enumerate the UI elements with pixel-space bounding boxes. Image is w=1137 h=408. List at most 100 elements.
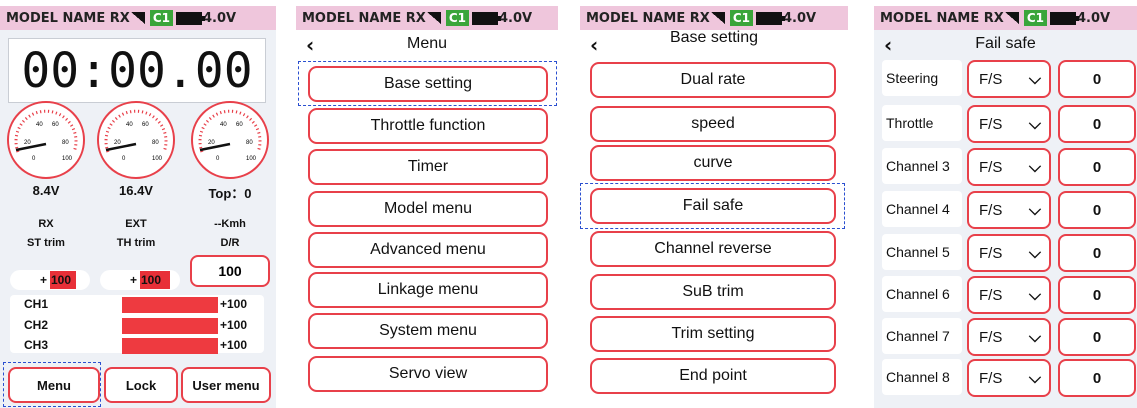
dual-rate-button[interactable]: 100 [190, 255, 270, 287]
fail-safe-mode-select[interactable]: F/S ⌵ [967, 60, 1051, 98]
signal-icon [1004, 12, 1019, 24]
channel-badge: C1 [149, 10, 173, 26]
fail-safe-value-field[interactable]: 0 [1058, 191, 1136, 229]
gauge-tick: 100 [246, 156, 257, 162]
menu-item-end-point[interactable]: End point [590, 358, 836, 394]
fail-safe-value-field[interactable]: 0 [1058, 105, 1136, 143]
fail-safe-value-field[interactable]: 0 [1058, 148, 1136, 186]
fail-safe-value-field[interactable]: 0 [1058, 359, 1136, 397]
st-trim-sign: + [40, 273, 48, 287]
gauge-tick: 80 [152, 140, 159, 146]
fail-safe-channel-name: Channel 6 [882, 276, 962, 312]
menu-item-trim-setting[interactable]: Trim setting [590, 316, 836, 352]
ext-voltage-readout: 16.4V [119, 183, 153, 198]
menu-item-base-setting[interactable]: Base setting [308, 66, 548, 102]
rx-voltage-gauge: 20 40 60 80 100 0 [7, 101, 85, 179]
fail-safe-mode-value: F/S [979, 158, 1003, 176]
channel-value: +100 [220, 318, 248, 332]
signal-icon [426, 12, 441, 24]
fail-safe-mode-value: F/S [979, 70, 1003, 88]
menu-item-model-menu[interactable]: Model menu [308, 191, 548, 227]
fail-safe-channel-name: Throttle [882, 105, 962, 141]
st-trim-label: ST trim [27, 237, 65, 249]
battery-icon [471, 11, 501, 25]
fail-safe-mode-select[interactable]: F/S ⌵ [967, 359, 1051, 397]
fail-safe-mode-value: F/S [979, 328, 1003, 346]
menu-item-dual-rate[interactable]: Dual rate [590, 62, 836, 98]
speed-gauge: 20 40 60 80 100 0 [191, 101, 269, 179]
channel-name: CH1 [24, 297, 49, 311]
gauge-tick: 40 [36, 122, 43, 128]
ext-label: EXT [125, 218, 147, 230]
gauge-tick: 40 [126, 122, 133, 128]
voltage-value: 4.0V [1076, 10, 1111, 26]
fail-safe-row-channel-8: Channel 8 F/S ⌵ 0 [882, 359, 1137, 397]
gauge-tick: 60 [236, 122, 243, 128]
rx-label: RX [405, 10, 426, 26]
channel-bar [122, 338, 218, 354]
channel-value: +100 [220, 338, 248, 352]
voltage-value: 4.0V [498, 10, 533, 26]
fail-safe-mode-select[interactable]: F/S ⌵ [967, 234, 1051, 272]
menu-item-linkage-menu[interactable]: Linkage menu [308, 272, 548, 308]
status-bar: MODEL NAME RX C1 4.0V [874, 6, 1137, 30]
page-title: Base setting [669, 29, 759, 46]
fail-safe-mode-select[interactable]: F/S ⌵ [967, 276, 1051, 314]
channel-bar [122, 297, 218, 313]
channel-name: CH3 [24, 338, 49, 352]
base-setting-screen: MODEL NAME RX C1 4.0V ‹ Base setting Dua… [580, 0, 848, 408]
fail-safe-value-field[interactable]: 0 [1058, 60, 1136, 98]
rx-label: RX [109, 10, 130, 26]
channel-badge: C1 [1023, 10, 1047, 26]
menu-item-advanced-menu[interactable]: Advanced menu [308, 232, 548, 268]
fail-safe-value-field[interactable]: 0 [1058, 234, 1136, 272]
menu-item-speed[interactable]: speed [590, 106, 836, 142]
voltage-value: 4.0V [202, 10, 237, 26]
lock-button[interactable]: Lock [104, 367, 178, 403]
fail-safe-channel-name: Channel 7 [882, 318, 962, 354]
fail-safe-mode-select[interactable]: F/S ⌵ [967, 148, 1051, 186]
model-name: MODEL NAME [6, 10, 106, 26]
fail-safe-row-channel-6: Channel 6 F/S ⌵ 0 [882, 276, 1137, 314]
fail-safe-mode-select[interactable]: F/S ⌵ [967, 318, 1051, 356]
fail-safe-mode-select[interactable]: F/S ⌵ [967, 105, 1051, 143]
gauge-tick: 20 [208, 140, 215, 146]
rx-label: RX [983, 10, 1004, 26]
gauge-tick: 80 [246, 140, 253, 146]
fail-safe-value-field[interactable]: 0 [1058, 276, 1136, 314]
fail-safe-row-throttle: Throttle F/S ⌵ 0 [882, 105, 1137, 143]
menu-item-system-menu[interactable]: System menu [308, 313, 548, 349]
channel-badge: C1 [445, 10, 469, 26]
fail-safe-mode-value: F/S [979, 244, 1003, 262]
fail-safe-channel-name: Channel 5 [882, 234, 962, 270]
th-trim-indicator: + 100 [100, 270, 180, 290]
fail-safe-row-channel-3: Channel 3 F/S ⌵ 0 [882, 148, 1137, 186]
status-bar: MODEL NAME RX C1 4.0V [0, 6, 276, 30]
rx-label: RX [38, 218, 54, 230]
fail-safe-mode-value: F/S [979, 201, 1003, 219]
timer-display[interactable]: 00:00.00 [8, 38, 266, 103]
fail-safe-value-field[interactable]: 0 [1058, 318, 1136, 356]
chevron-down-icon: ⌵ [1028, 368, 1041, 387]
gauge-tick: 60 [52, 122, 59, 128]
gauge-tick: 80 [62, 140, 69, 146]
home-screen: MODEL NAME RX C1 4.0V 00:00.00 20 40 60 … [0, 0, 276, 408]
fail-safe-mode-select[interactable]: F/S ⌵ [967, 191, 1051, 229]
th-trim-value: 100 [140, 271, 170, 289]
menu-item-channel-reverse[interactable]: Channel reverse [590, 231, 836, 267]
menu-item-curve[interactable]: curve [590, 145, 836, 181]
menu-item-servo-view[interactable]: Servo view [308, 356, 548, 392]
signal-icon [710, 12, 725, 24]
ext-voltage-gauge: 20 40 60 80 100 0 [97, 101, 175, 179]
fail-safe-channel-name: Channel 3 [882, 148, 962, 184]
menu-button[interactable]: Menu [8, 367, 100, 403]
gauge-tick: 60 [142, 122, 149, 128]
menu-item-throttle-function[interactable]: Throttle function [308, 108, 548, 144]
top-speed-readout: Top：0 [208, 186, 252, 201]
battery-icon [1049, 11, 1079, 25]
user-menu-button[interactable]: User menu [181, 367, 271, 403]
menu-item-fail-safe[interactable]: Fail safe [590, 188, 836, 224]
gauge-tick: 100 [62, 156, 73, 162]
menu-item-timer[interactable]: Timer [308, 149, 548, 185]
menu-item-sub-trim[interactable]: SuB trim [590, 274, 836, 310]
